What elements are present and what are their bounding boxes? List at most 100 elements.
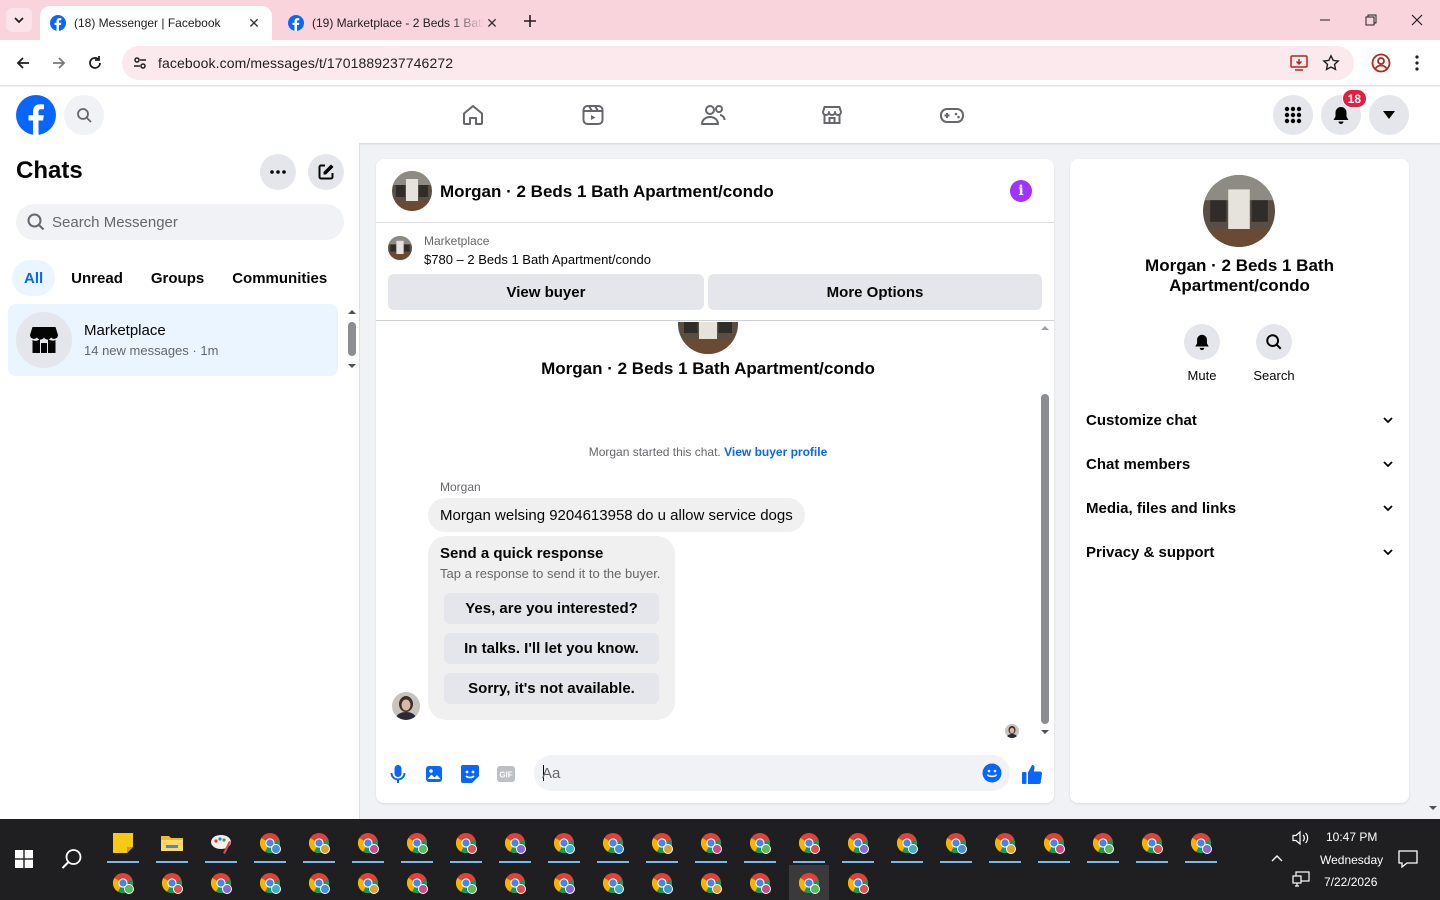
taskbar-chrome-window[interactable] — [201, 865, 241, 900]
quick-response-yes[interactable]: Yes, are you interested? — [444, 593, 659, 624]
listing-thumbnail[interactable] — [388, 236, 412, 260]
search-action[interactable]: Search — [1244, 324, 1304, 383]
tab-marketplace[interactable]: (19) Marketplace - 2 Beds 1 Bath ✕ — [278, 6, 510, 40]
page-scroll-down-icon[interactable] — [1427, 802, 1439, 814]
taskbar-chrome-window[interactable] — [789, 825, 829, 863]
taskbar-chrome-window[interactable] — [936, 825, 976, 863]
scroll-up-arrow-icon[interactable] — [1038, 324, 1052, 332]
taskbar-chrome-window[interactable] — [593, 865, 633, 900]
taskbar-chrome-window[interactable] — [789, 865, 829, 900]
taskbar-chrome-window[interactable] — [593, 825, 633, 863]
network-button[interactable] — [1292, 871, 1310, 887]
taskbar-app-sticky-notes[interactable] — [103, 825, 143, 863]
listing-title[interactable]: $780 – 2 Beds 1 Bath Apartment/condo — [424, 252, 651, 267]
taskbar-chrome-window[interactable] — [1083, 825, 1123, 863]
taskbar-chrome-window[interactable] — [152, 865, 192, 900]
send-like-button[interactable] — [1020, 762, 1044, 786]
nav-gaming[interactable] — [896, 87, 1008, 143]
sidebar-scrollbar[interactable] — [346, 308, 358, 372]
conversation-scrollbar[interactable] — [1038, 322, 1052, 740]
close-tab-icon[interactable]: ✕ — [484, 15, 500, 31]
new-tab-button[interactable] — [518, 10, 542, 32]
sidebar-scroll-thumb[interactable] — [348, 322, 356, 356]
site-info-button[interactable] — [128, 51, 152, 75]
taskbar-chrome-window[interactable] — [838, 825, 878, 863]
minimize-button[interactable] — [1302, 0, 1348, 40]
taskbar-chrome-window[interactable] — [887, 825, 927, 863]
taskbar-chrome-window[interactable] — [446, 825, 486, 863]
facebook-logo-icon[interactable] — [16, 95, 56, 135]
clock-date[interactable]: 7/22/2026 — [1324, 875, 1377, 889]
filter-groups[interactable]: Groups — [139, 260, 216, 296]
close-tab-icon[interactable]: ✕ — [246, 15, 262, 31]
facebook-search-button[interactable] — [64, 95, 104, 135]
taskbar-chrome-window[interactable] — [642, 865, 682, 900]
taskbar-chrome-window[interactable] — [740, 825, 780, 863]
sender-avatar[interactable] — [392, 692, 420, 720]
maximize-button[interactable] — [1348, 0, 1394, 40]
view-buyer-button[interactable]: View buyer — [388, 274, 704, 310]
taskbar-chrome-window[interactable] — [348, 865, 388, 900]
privacy-support-row[interactable]: Privacy & support — [1078, 530, 1401, 574]
taskbar-chrome-window[interactable] — [348, 825, 388, 863]
taskbar-chrome-window[interactable] — [446, 865, 486, 900]
scroll-up-arrow-icon[interactable] — [346, 308, 358, 316]
search-in-conversation-button[interactable] — [1256, 324, 1292, 360]
view-buyer-profile-link[interactable]: View buyer profile — [724, 445, 827, 459]
taskbar-chrome-window[interactable] — [495, 865, 535, 900]
conversation-scroll-thumb[interactable] — [1041, 394, 1049, 724]
taskbar-chrome-window[interactable] — [838, 865, 878, 900]
chat-options-button[interactable] — [260, 154, 296, 190]
taskbar-chrome-window[interactable] — [1181, 825, 1221, 863]
filter-unread[interactable]: Unread — [59, 260, 135, 296]
show-hidden-icons-button[interactable] — [1269, 851, 1285, 867]
taskbar-chrome-window[interactable] — [1034, 825, 1074, 863]
nav-video[interactable] — [537, 87, 649, 143]
chat-members-row[interactable]: Chat members — [1078, 442, 1401, 486]
start-button[interactable] — [4, 839, 44, 879]
conversation-avatar[interactable] — [392, 171, 432, 211]
nav-friends[interactable] — [657, 87, 769, 143]
taskbar-chrome-window[interactable] — [397, 865, 437, 900]
volume-button[interactable] — [1292, 830, 1310, 846]
taskbar-chrome-window[interactable] — [299, 825, 339, 863]
taskbar-chrome-window[interactable] — [1132, 825, 1172, 863]
taskbar-app-paint[interactable] — [201, 825, 241, 863]
taskbar-chrome-window[interactable] — [495, 825, 535, 863]
message-input[interactable] — [542, 755, 962, 791]
taskbar-chrome-window[interactable] — [544, 825, 584, 863]
install-app-button[interactable] — [1288, 52, 1310, 74]
taskbar-search-button[interactable] — [52, 839, 92, 879]
reload-button[interactable] — [81, 49, 109, 77]
more-options-button[interactable]: More Options — [708, 274, 1042, 310]
filter-all[interactable]: All — [12, 260, 56, 296]
filter-communities[interactable]: Communities — [220, 260, 339, 296]
taskbar-chrome-window[interactable] — [985, 825, 1025, 863]
media-files-links-row[interactable]: Media, files and links — [1078, 486, 1401, 530]
search-messenger-input[interactable] — [52, 204, 332, 240]
notifications-button[interactable]: 18 — [1321, 89, 1367, 135]
customize-chat-row[interactable]: Customize chat — [1078, 398, 1401, 442]
taskbar-chrome-window[interactable] — [250, 825, 290, 863]
menu-button[interactable] — [1273, 95, 1313, 135]
conversation-title[interactable]: Morgan · 2 Beds 1 Bath Apartment/condo — [440, 182, 774, 202]
taskbar-chrome-window[interactable] — [642, 825, 682, 863]
clock-time[interactable]: 10:47 PM — [1326, 830, 1377, 844]
tab-search-button[interactable] — [6, 8, 32, 32]
taskbar-chrome-window[interactable] — [691, 825, 731, 863]
chat-item-marketplace[interactable]: Marketplace 14 new messages · 1m — [8, 304, 338, 376]
scroll-down-arrow-icon[interactable] — [1038, 728, 1052, 736]
mute-button[interactable] — [1184, 324, 1220, 360]
nav-marketplace[interactable] — [776, 87, 888, 143]
taskbar-chrome-window[interactable] — [691, 865, 731, 900]
nav-home[interactable] — [417, 87, 529, 143]
scroll-down-arrow-icon[interactable] — [346, 362, 358, 370]
tab-messenger[interactable]: (18) Messenger | Facebook ✕ — [40, 6, 272, 40]
taskbar-chrome-window[interactable] — [250, 865, 290, 900]
address-bar[interactable]: facebook.com/messages/t/1701889237746272 — [122, 46, 1354, 80]
back-button[interactable] — [9, 49, 37, 77]
bookmark-button[interactable] — [1320, 52, 1342, 74]
conversation-info-icon[interactable]: i — [1010, 180, 1032, 202]
profile-button[interactable] — [1367, 49, 1395, 77]
taskbar-chrome-window[interactable] — [740, 865, 780, 900]
